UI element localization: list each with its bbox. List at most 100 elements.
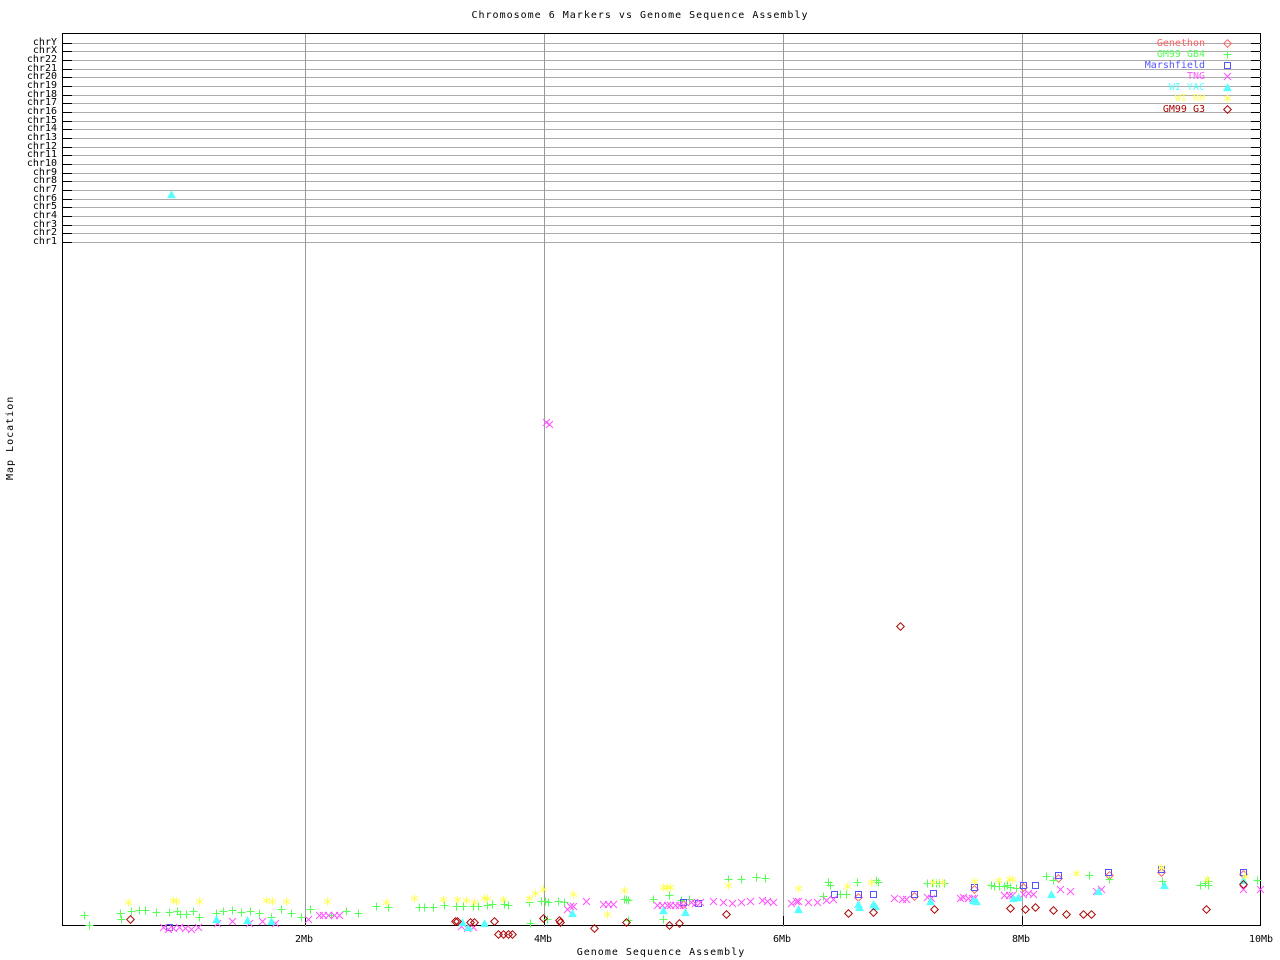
marker-gm99-gb4 bbox=[141, 906, 150, 914]
chromosome-gridline bbox=[63, 103, 1262, 104]
y-tick-right bbox=[1251, 173, 1260, 174]
y-tick-left bbox=[63, 199, 72, 200]
marker-gm99-g3 bbox=[125, 914, 135, 924]
legend-marker-wi-rh bbox=[1223, 94, 1232, 102]
marker-gm99-g3 bbox=[674, 918, 684, 928]
y-tick-right bbox=[1251, 242, 1260, 243]
marker-tng bbox=[737, 898, 746, 906]
x-tick-label: 8Mb bbox=[1011, 934, 1031, 945]
y-tick-right bbox=[1251, 51, 1260, 52]
marker-wi-yac bbox=[1046, 889, 1056, 898]
y-axis-label: Map Location bbox=[5, 395, 16, 480]
marker-gm99-gb4 bbox=[429, 903, 438, 911]
chromosome-gridline bbox=[63, 216, 1262, 217]
marker-gm99-gb4 bbox=[287, 909, 296, 917]
y-tick-left bbox=[63, 51, 72, 52]
marker-marshfield bbox=[1104, 868, 1112, 876]
marker-gm99-g3 bbox=[722, 909, 732, 919]
y-tick-label: chr1 bbox=[32, 236, 57, 247]
marker-gm99-g3 bbox=[1087, 909, 1097, 919]
marker-wi-rh bbox=[1072, 869, 1080, 877]
legend-marker-genethon bbox=[1223, 38, 1232, 48]
marker-wi-rh bbox=[410, 894, 419, 902]
chart-title: Chromosome 6 Markers vs Genome Sequence … bbox=[471, 10, 809, 21]
y-tick-right bbox=[1251, 60, 1260, 61]
y-tick-left bbox=[63, 242, 72, 243]
marker-wi-yac bbox=[167, 189, 177, 198]
y-tick-right bbox=[1251, 216, 1260, 217]
marker-gm99-gb4 bbox=[826, 881, 835, 889]
y-tick-left bbox=[63, 86, 72, 87]
marker-tng bbox=[194, 923, 203, 931]
marker-gm99-g3 bbox=[539, 913, 549, 923]
chromosome-gridline bbox=[63, 233, 1262, 234]
marker-wi-yac bbox=[1094, 886, 1104, 895]
marker-gm99-g3 bbox=[1062, 909, 1072, 919]
marker-tng bbox=[583, 897, 591, 905]
marker-tng bbox=[609, 900, 618, 908]
y-tick-left bbox=[63, 129, 72, 130]
marker-gm99-g3 bbox=[621, 917, 631, 927]
y-tick-right bbox=[1251, 43, 1260, 44]
y-tick-right bbox=[1251, 86, 1260, 87]
marker-gm99-gb4 bbox=[1085, 871, 1094, 879]
marker-wi-rh bbox=[382, 898, 390, 906]
marker-wi-yac bbox=[211, 914, 221, 923]
legend-label-gm99-gb4: GM99 GB4 bbox=[1156, 49, 1205, 60]
marker-gm99-gb4 bbox=[354, 909, 363, 917]
y-tick-left bbox=[63, 233, 72, 234]
y-tick-right bbox=[1251, 112, 1260, 113]
marker-tng bbox=[746, 897, 755, 905]
marker-gm99-g3 bbox=[1201, 904, 1211, 914]
marker-gm99-g3 bbox=[1021, 904, 1031, 914]
marker-gm99-g3 bbox=[589, 923, 599, 933]
marker-tng bbox=[719, 898, 728, 906]
y-tick-right bbox=[1251, 190, 1260, 191]
legend-marker-tng bbox=[1223, 72, 1232, 80]
chromosome-gridline bbox=[63, 181, 1262, 182]
marker-wi-rh bbox=[483, 894, 492, 902]
marker-marshfield bbox=[911, 890, 919, 898]
mb-gridline bbox=[305, 34, 306, 927]
marker-gm99-gb4 bbox=[526, 919, 535, 927]
marker-gm99-g3 bbox=[1030, 902, 1040, 912]
legend-label-marshfield: Marshfield bbox=[1144, 60, 1205, 71]
marker-tng bbox=[769, 898, 778, 906]
marker-wi-rh bbox=[323, 897, 332, 905]
legend-marker-marshfield bbox=[1224, 61, 1231, 69]
marker-wi-yac bbox=[1160, 880, 1169, 889]
marker-wi-yac bbox=[568, 908, 577, 917]
marker-gm99-gb4 bbox=[420, 903, 429, 911]
marker-marshfield bbox=[870, 890, 878, 898]
chromosome-gridline bbox=[63, 190, 1262, 191]
marker-gm99-gb4 bbox=[152, 908, 161, 916]
y-tick-left bbox=[63, 155, 72, 156]
marker-marshfield bbox=[1054, 871, 1062, 879]
chromosome-gridline bbox=[63, 69, 1262, 70]
marker-gm99-gb4 bbox=[1253, 876, 1262, 884]
y-tick-right bbox=[1251, 155, 1260, 156]
y-tick-left bbox=[63, 77, 72, 78]
legend-label-gm99-g3: GM99 G3 bbox=[1162, 104, 1205, 115]
y-tick-right bbox=[1251, 233, 1260, 234]
chromosome-gridline bbox=[63, 129, 1262, 130]
y-tick-left bbox=[63, 43, 72, 44]
marker-tng bbox=[1056, 885, 1065, 893]
marker-wi-rh bbox=[172, 897, 181, 905]
marker-gm99-g3 bbox=[869, 907, 879, 917]
y-tick-left bbox=[63, 225, 72, 226]
y-tick-right bbox=[1251, 138, 1260, 139]
y-tick-right bbox=[1251, 181, 1260, 182]
mb-gridline bbox=[544, 34, 545, 927]
chromosome-gridline bbox=[63, 242, 1262, 243]
marker-wi-rh bbox=[867, 878, 876, 886]
marker-wi-rh bbox=[1157, 863, 1165, 871]
marker-wi-rh bbox=[938, 878, 947, 886]
marker-tng bbox=[1066, 887, 1074, 895]
legend-marker-wi-yac bbox=[1223, 82, 1232, 91]
marker-wi-rh bbox=[620, 886, 628, 894]
marker-gm99-g3 bbox=[556, 917, 566, 927]
marker-gm99-gb4 bbox=[842, 890, 851, 898]
marker-gm99-g3 bbox=[895, 621, 905, 631]
marker-tng bbox=[229, 917, 237, 925]
